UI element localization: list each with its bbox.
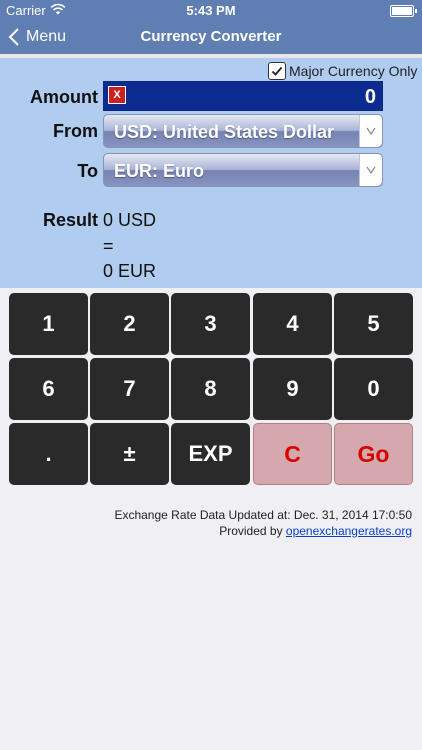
chevron-down-icon [359, 115, 382, 147]
amount-input[interactable]: X 0 [103, 81, 383, 111]
amount-label: Amount [30, 87, 98, 107]
to-currency-value: EUR: Euro [114, 161, 204, 181]
update-timestamp: Exchange Rate Data Updated at: Dec. 31, … [114, 508, 412, 522]
clear-button[interactable]: C [253, 423, 332, 485]
from-currency-select[interactable]: USD: United States Dollar [103, 114, 383, 148]
key-0[interactable]: 0 [334, 358, 413, 420]
key-exp[interactable]: EXP [171, 423, 250, 485]
key-4[interactable]: 4 [253, 293, 332, 355]
chevron-down-icon [359, 154, 382, 186]
key-2[interactable]: 2 [90, 293, 169, 355]
from-label: From [53, 121, 98, 141]
to-label: To [77, 161, 98, 181]
major-currency-label: Major Currency Only [289, 63, 418, 79]
result-label: Result [42, 210, 98, 230]
nav-bar: Menu Currency Converter [0, 20, 422, 54]
provider-link[interactable]: openexchangerates.org [286, 524, 412, 538]
amount-value: 0 [364, 86, 376, 108]
page-title: Currency Converter [140, 28, 282, 45]
result-equals: = [103, 236, 114, 256]
key-3[interactable]: 3 [171, 293, 250, 355]
result-from: 0 USD [103, 210, 157, 230]
status-time: 5:43 PM [186, 3, 236, 18]
key-8[interactable]: 8 [171, 358, 250, 420]
provider-line: Provided by openexchangerates.org [219, 524, 412, 538]
status-bar: Carrier 5:43 PM [0, 0, 422, 20]
checkbox[interactable] [268, 62, 286, 80]
from-currency-value: USD: United States Dollar [114, 122, 335, 142]
key-plus-minus[interactable]: ± [90, 423, 169, 485]
key-decimal[interactable]: . [9, 423, 88, 485]
key-5[interactable]: 5 [334, 293, 413, 355]
result-to: 0 EUR [103, 261, 157, 281]
key-6[interactable]: 6 [9, 358, 88, 420]
clear-amount-button[interactable]: X [108, 86, 126, 104]
to-currency-select[interactable]: EUR: Euro [103, 153, 383, 187]
provider-prefix: Provided by [219, 524, 286, 538]
battery-icon [390, 5, 417, 17]
checkmark-icon [271, 66, 283, 76]
key-9[interactable]: 9 [253, 358, 332, 420]
major-currency-toggle[interactable]: Major Currency Only [268, 62, 417, 80]
key-1[interactable]: 1 [9, 293, 88, 355]
key-7[interactable]: 7 [90, 358, 169, 420]
go-button[interactable]: Go [334, 423, 413, 485]
